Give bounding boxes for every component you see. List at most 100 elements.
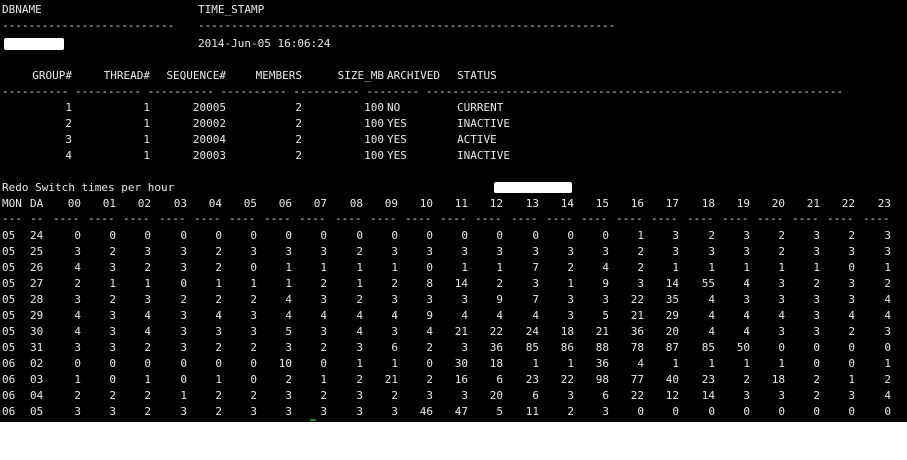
redo-count: 85 bbox=[701, 341, 715, 354]
redo-title: Redo Switch times per hour bbox=[2, 181, 175, 194]
redo-count: 3 bbox=[532, 277, 539, 290]
redo-count: 18 bbox=[489, 357, 503, 370]
redo-count: 23 bbox=[701, 373, 715, 386]
log-cell-archived: YES bbox=[387, 149, 407, 162]
hour-header: 03 bbox=[173, 197, 187, 210]
hour-header: 04 bbox=[208, 197, 222, 210]
redo-count: 3 bbox=[461, 245, 468, 258]
redo-count: 1 bbox=[285, 277, 292, 290]
redo-count: 2 bbox=[215, 261, 222, 274]
redo-count: 3 bbox=[672, 229, 679, 242]
redo-count: 2 bbox=[215, 293, 222, 306]
redo-count: 0 bbox=[778, 341, 785, 354]
log-cell-size-mb: 100 bbox=[364, 117, 384, 130]
redo-count: 18 bbox=[560, 325, 574, 338]
redo-mon: 06 bbox=[2, 405, 16, 418]
redo-col-da: DA bbox=[30, 197, 44, 210]
redo-count: 2 bbox=[356, 293, 363, 306]
redo-count: 3 bbox=[567, 389, 574, 402]
redo-count: 3 bbox=[74, 405, 81, 418]
redo-count: 3 bbox=[215, 325, 222, 338]
log-cell-sequence: 20005 bbox=[192, 101, 226, 114]
redo-count: 3 bbox=[320, 293, 327, 306]
redo-count: 0 bbox=[426, 229, 433, 242]
redo-count: 2 bbox=[567, 405, 574, 418]
redacted-instance-mark bbox=[494, 182, 572, 193]
redo-count: 1 bbox=[708, 261, 715, 274]
redo-count: 3 bbox=[813, 245, 820, 258]
redo-count: 85 bbox=[525, 341, 539, 354]
redo-count: 3 bbox=[778, 389, 785, 402]
redo-count: 3 bbox=[602, 245, 609, 258]
redo-col-mon: MON bbox=[2, 197, 22, 210]
hour-dashes: ---- bbox=[792, 212, 819, 225]
redo-count: 0 bbox=[813, 357, 820, 370]
redo-count: 0 bbox=[180, 357, 187, 370]
redo-count: 22 bbox=[630, 293, 644, 306]
redo-mon: 05 bbox=[2, 277, 16, 290]
redo-count: 3 bbox=[461, 341, 468, 354]
hour-header: 12 bbox=[489, 197, 503, 210]
redo-count: 0 bbox=[461, 229, 468, 242]
redo-count: 35 bbox=[665, 293, 679, 306]
redo-count: 3 bbox=[884, 245, 891, 258]
redo-count: 3 bbox=[461, 293, 468, 306]
redo-count: 2 bbox=[813, 373, 820, 386]
redo-count: 3 bbox=[320, 245, 327, 258]
redo-mon: 06 bbox=[2, 373, 16, 386]
log-cell-thread: 1 bbox=[143, 101, 150, 114]
hour-header: 07 bbox=[313, 197, 327, 210]
redo-count: 2 bbox=[848, 229, 855, 242]
redo-count: 3 bbox=[778, 325, 785, 338]
hour-header: 19 bbox=[736, 197, 750, 210]
col-members: MEMBERS bbox=[255, 69, 302, 82]
redo-count: 12 bbox=[665, 389, 679, 402]
terminal-output[interactable]: DBNAME TIME_STAMP ----------------------… bbox=[0, 0, 907, 422]
redo-count: 3 bbox=[285, 341, 292, 354]
redo-count: 4 bbox=[884, 293, 891, 306]
log-cell-size-mb: 100 bbox=[364, 149, 384, 162]
redo-count: 88 bbox=[595, 341, 609, 354]
redo-count: 3 bbox=[672, 245, 679, 258]
hour-header: 16 bbox=[630, 197, 644, 210]
redo-count: 0 bbox=[109, 357, 116, 370]
log-cell-group: 1 bbox=[65, 101, 72, 114]
redo-count: 1 bbox=[215, 277, 222, 290]
redo-count: 3 bbox=[109, 341, 116, 354]
hour-dashes: ---- bbox=[440, 212, 467, 225]
redo-count: 3 bbox=[426, 389, 433, 402]
redo-count: 0 bbox=[250, 357, 257, 370]
redo-day: 30 bbox=[30, 325, 44, 338]
redo-count: 0 bbox=[215, 229, 222, 242]
redo-count: 3 bbox=[250, 325, 257, 338]
redo-mon: 05 bbox=[2, 245, 16, 258]
redo-count: 3 bbox=[180, 309, 187, 322]
redo-count: 40 bbox=[665, 373, 679, 386]
redo-day: 29 bbox=[30, 309, 44, 322]
hour-header: 21 bbox=[806, 197, 820, 210]
redo-count: 7 bbox=[532, 261, 539, 274]
redo-count: 36 bbox=[595, 357, 609, 370]
log-cell-status: INACTIVE bbox=[457, 149, 510, 162]
redo-count: 5 bbox=[496, 405, 503, 418]
redo-count: 3 bbox=[74, 341, 81, 354]
log-cell-size-mb: 100 bbox=[364, 133, 384, 146]
redo-count: 2 bbox=[567, 261, 574, 274]
redo-count: 3 bbox=[250, 245, 257, 258]
hour-header: 23 bbox=[877, 197, 891, 210]
redo-day: 25 bbox=[30, 245, 44, 258]
redo-count: 2 bbox=[356, 245, 363, 258]
redo-count: 1 bbox=[391, 261, 398, 274]
redo-count: 3 bbox=[391, 245, 398, 258]
hour-dashes: ---- bbox=[863, 212, 890, 225]
hour-dashes: ---- bbox=[370, 212, 397, 225]
redo-count: 4 bbox=[708, 309, 715, 322]
redo-mon: 05 bbox=[2, 309, 16, 322]
redo-count: 36 bbox=[630, 325, 644, 338]
col-status: STATUS bbox=[457, 69, 497, 82]
redo-count: 2 bbox=[109, 389, 116, 402]
log-cell-archived: NO bbox=[387, 101, 401, 114]
redo-count: 1 bbox=[637, 229, 644, 242]
redo-count: 2 bbox=[250, 389, 257, 402]
redo-count: 18 bbox=[771, 373, 785, 386]
